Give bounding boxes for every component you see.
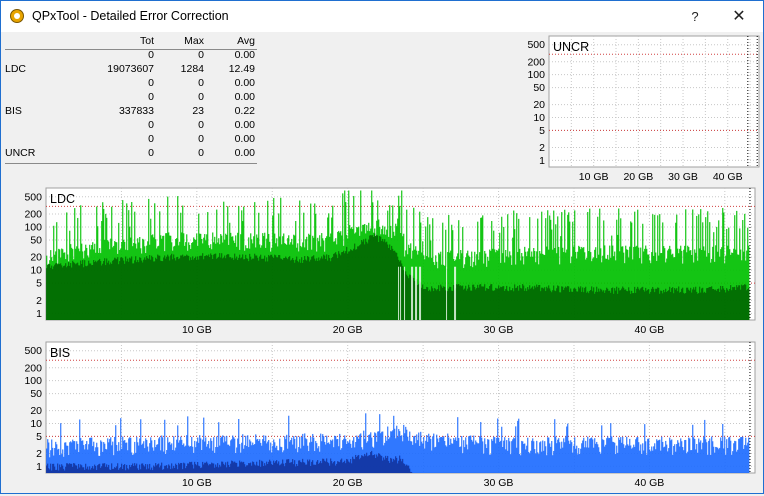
y-tick-label: 20	[30, 252, 42, 264]
stats-row-label: UNCR	[5, 147, 36, 159]
x-tick-label: 40 GB	[635, 324, 665, 336]
ldc-chart: 500 20010050 20105 21 10 GB 20 GB 30 GB 40 GB LD…	[24, 187, 756, 336]
stats-cell-avg: 12.49	[228, 63, 255, 75]
ldc-chart-box: 500 200 100 50 20 10 5 2 1 10 GB 20 GB 30 GB 40 GB LD…	[5, 187, 759, 339]
stats-cell-tot: 0	[148, 133, 154, 145]
y-tick-label: 500	[527, 39, 545, 51]
y-tick-label: 50	[533, 82, 545, 94]
stats-row: UNCR 0 0 0.00	[1, 147, 261, 161]
y-tick-label: 2	[539, 142, 545, 154]
header-avg: Avg	[237, 35, 255, 47]
uncr-chart-box: 500 200 100 50 20 10 5 2 1 10 GB 20 GB 30 GB 40 GB UN…	[523, 35, 761, 185]
stats-rows: 0 0 0.00 LDC 19073607 1284 12.49 0 0 0.00 0 0 0.00 BI…	[1, 49, 261, 161]
stats-cell-max: 23	[192, 105, 204, 117]
x-tick-label: 20 GB	[623, 171, 653, 183]
stats-cell-tot: 0	[148, 119, 154, 131]
y-tick-label: 200	[24, 208, 42, 220]
stats-row: 0 0 0.00	[1, 49, 261, 63]
x-tick-label: 20 GB	[333, 477, 363, 489]
stats-cell-tot: 0	[148, 77, 154, 89]
stats-cell-tot: 337833	[118, 105, 154, 117]
stats-cell-avg: 0.00	[234, 147, 255, 159]
chart-title: UNCR	[553, 40, 589, 54]
y-tick-label: 50	[30, 234, 42, 246]
stats-row-label: LDC	[5, 63, 27, 75]
y-tick-label: 1	[36, 461, 42, 473]
x-tick-label: 10 GB	[182, 477, 212, 489]
chart-title: BIS	[50, 346, 70, 360]
y-tick-label: 500	[24, 191, 42, 203]
y-tick-label: 100	[527, 69, 545, 81]
bis-chart-box: 500 200 100 50 20 10 5 2 1 10 GB 20 GB 30 GB 40 GB BI…	[5, 341, 759, 493]
y-tick-label: 20	[30, 405, 42, 417]
bottom-divider	[5, 163, 257, 164]
y-tick-label: 200	[527, 56, 545, 68]
y-tick-label: 200	[24, 362, 42, 374]
stats-row: BIS 337833 23 0.22	[1, 105, 261, 119]
stats-cell-tot: 0	[148, 49, 154, 61]
y-tick-label: 100	[24, 221, 42, 233]
app-icon	[10, 9, 24, 23]
stats-cell-tot: 0	[148, 91, 154, 103]
close-button[interactable]: ✕	[717, 1, 761, 32]
stats-header-row: Tot Max Avg	[1, 35, 261, 49]
uncr-chart: 500 20010050 20105 21 10 GB 20 GB 30 GB 40 GB UN…	[527, 35, 760, 183]
x-tick-label: 10 GB	[579, 171, 609, 183]
x-tick-label: 30 GB	[668, 171, 698, 183]
header-tot: Tot	[139, 35, 154, 47]
y-tick-label: 50	[30, 388, 42, 400]
stats-cell-tot: 0	[148, 147, 154, 159]
stats-cell-max: 1284	[180, 63, 204, 75]
bis-chart: 500 20010050 20105 21 10 GB 20 GB 30 GB 40 GB BI…	[24, 341, 756, 489]
window: QPxTool - Detailed Error Correction ? ✕ …	[0, 0, 764, 494]
header-max: Max	[184, 35, 204, 47]
y-tick-label: 100	[24, 375, 42, 387]
help-button[interactable]: ?	[673, 1, 717, 32]
y-tick-label: 5	[539, 125, 545, 137]
stats-cell-avg: 0.00	[234, 133, 255, 145]
y-tick-label: 10	[30, 418, 42, 430]
stats-cell-max: 0	[198, 147, 204, 159]
stats-cell-avg: 0.00	[234, 119, 255, 131]
stats-cell-max: 0	[198, 91, 204, 103]
y-tick-label: 2	[36, 448, 42, 460]
stats-row: 0 0 0.00	[1, 133, 261, 147]
y-tick-label: 1	[36, 308, 42, 320]
title-bar[interactable]: QPxTool - Detailed Error Correction ? ✕	[1, 1, 763, 32]
stats-cell-avg: 0.00	[234, 49, 255, 61]
stats-cell-max: 0	[198, 49, 204, 61]
y-tick-label: 5	[36, 431, 42, 443]
x-tick-label: 40 GB	[713, 171, 743, 183]
stats-row-label: BIS	[5, 105, 22, 117]
stats-row: 0 0 0.00	[1, 91, 261, 105]
stats-table: Tot Max Avg 0 0 0.00 LDC 19073607 1284 12.49 0 0…	[1, 35, 261, 164]
stats-row: 0 0 0.00	[1, 119, 261, 133]
y-tick-label: 10	[30, 265, 42, 277]
x-tick-label: 30 GB	[484, 477, 514, 489]
x-tick-label: 40 GB	[635, 477, 665, 489]
y-tick-label: 500	[24, 345, 42, 357]
y-tick-label: 5	[36, 278, 42, 290]
stats-cell-avg: 0.00	[234, 77, 255, 89]
stats-cell-tot: 19073607	[107, 63, 154, 75]
stats-row: LDC 19073607 1284 12.49	[1, 63, 261, 77]
stats-cell-max: 0	[198, 77, 204, 89]
y-tick-label: 10	[533, 112, 545, 124]
stats-cell-avg: 0.22	[234, 105, 255, 117]
stats-cell-avg: 0.00	[234, 91, 255, 103]
y-tick-label: 2	[36, 295, 42, 307]
stats-cell-max: 0	[198, 133, 204, 145]
x-tick-label: 10 GB	[182, 324, 212, 336]
y-tick-label: 1	[539, 155, 545, 167]
x-tick-label: 20 GB	[333, 324, 363, 336]
y-tick-label: 20	[533, 99, 545, 111]
chart-title: LDC	[50, 192, 75, 206]
stats-cell-max: 0	[198, 119, 204, 131]
window-title: QPxTool - Detailed Error Correction	[32, 9, 229, 23]
stats-row: 0 0 0.00	[1, 77, 261, 91]
x-tick-label: 30 GB	[484, 324, 514, 336]
